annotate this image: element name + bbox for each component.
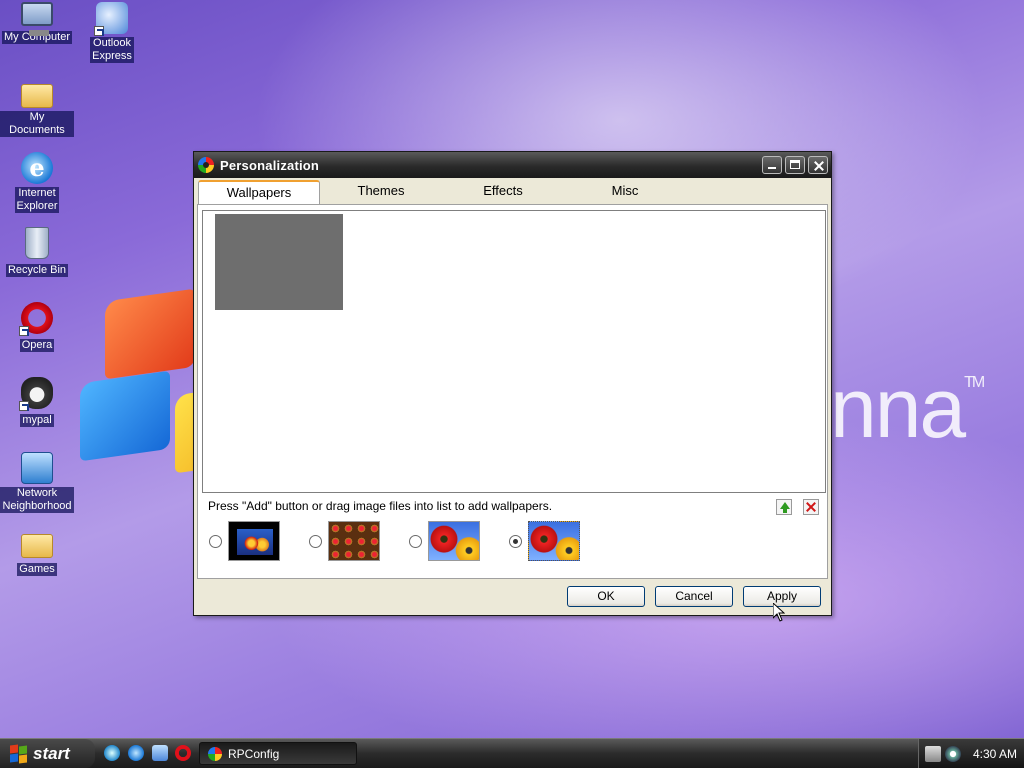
- desktop-icon-games[interactable]: Games: [0, 528, 74, 576]
- move-up-button[interactable]: [776, 499, 792, 515]
- fit-option-tiled[interactable]: [309, 521, 380, 561]
- outlook-express-icon: [94, 2, 128, 36]
- system-tray: 4:30 AM: [918, 739, 1024, 768]
- tab-strip: Wallpapers Themes Effects Misc: [198, 180, 686, 205]
- desktop-icon-outlook-express[interactable]: Outlook Express: [75, 2, 149, 63]
- tray-network-icon[interactable]: [945, 745, 961, 762]
- computer-icon: [21, 2, 53, 36]
- minimize-button[interactable]: [762, 156, 782, 174]
- taskbar: start RPConfig 4:30 AM: [0, 738, 1024, 768]
- dialog-footer: OK Cancel Apply: [194, 580, 831, 615]
- fit-radio-centered[interactable]: [209, 534, 222, 548]
- tray-volume-icon[interactable]: [925, 745, 941, 762]
- quicklaunch-browser-icon[interactable]: [104, 745, 120, 761]
- start-button[interactable]: start: [0, 739, 95, 768]
- games-folder-icon: [21, 534, 53, 558]
- fit-option-fill[interactable]: [509, 521, 580, 561]
- quicklaunch-outlook-icon[interactable]: [152, 745, 168, 761]
- quicklaunch-internet-explorer-icon[interactable]: [128, 745, 144, 761]
- wallpapers-panel: Press "Add" button or drag image files i…: [197, 204, 828, 579]
- tab-misc[interactable]: Misc: [564, 180, 686, 204]
- fit-radio-tiled[interactable]: [309, 534, 322, 548]
- tab-themes[interactable]: Themes: [320, 180, 442, 204]
- rpconfig-task-icon: [208, 746, 222, 761]
- desktop-icon-mypal[interactable]: mypal: [0, 377, 74, 427]
- tab-wallpapers[interactable]: Wallpapers: [198, 180, 320, 205]
- desktop-icon-internet-explorer[interactable]: e Internet Explorer: [0, 152, 74, 213]
- internet-explorer-icon: e: [21, 152, 53, 184]
- windows-flag-icon: [10, 743, 28, 764]
- remove-wallpaper-button[interactable]: [803, 499, 819, 515]
- opera-icon: [19, 302, 53, 336]
- personalization-window: Personalization Wallpapers Themes Effect…: [193, 151, 832, 616]
- close-button[interactable]: [808, 156, 828, 174]
- stretched-wallpaper-icon: [428, 521, 480, 561]
- window-title: Personalization: [220, 157, 320, 173]
- fill-wallpaper-icon: [528, 521, 580, 561]
- desktop-icon-network-neighborhood[interactable]: Network Neighborhood: [0, 452, 74, 513]
- mypal-icon: [19, 377, 53, 411]
- quicklaunch-opera-icon[interactable]: [175, 745, 191, 761]
- wallpaper-list[interactable]: [202, 210, 826, 493]
- cancel-button[interactable]: Cancel: [655, 586, 733, 607]
- taskbar-clock[interactable]: 4:30 AM: [973, 747, 1017, 761]
- tiled-wallpaper-icon: [328, 521, 380, 561]
- fit-radio-fill[interactable]: [509, 534, 522, 548]
- fit-option-centered[interactable]: [209, 521, 280, 561]
- maximize-button[interactable]: [785, 156, 805, 174]
- desktop: nnaTM My Computer Outlook Express My Docu…: [0, 0, 1024, 738]
- desktop-icon-recycle-bin[interactable]: Recycle Bin: [0, 227, 74, 277]
- fit-radio-stretched[interactable]: [409, 534, 422, 548]
- rpconfig-app-icon: [198, 157, 214, 173]
- tab-effects[interactable]: Effects: [442, 180, 564, 204]
- desktop-icon-my-documents[interactable]: My Documents: [0, 78, 74, 137]
- wallpaper-brand-text: nnaTM: [830, 361, 985, 455]
- ok-button[interactable]: OK: [567, 586, 645, 607]
- network-icon: [21, 452, 53, 484]
- wallpaper-thumbnail[interactable]: [215, 214, 343, 310]
- taskbar-item-rpconfig[interactable]: RPConfig: [199, 742, 357, 765]
- documents-folder-icon: [21, 84, 53, 108]
- centered-wallpaper-icon: [228, 521, 280, 561]
- window-titlebar[interactable]: Personalization: [194, 152, 831, 178]
- desktop-icon-opera[interactable]: Opera: [0, 302, 74, 352]
- add-wallpaper-hint: Press "Add" button or drag image files i…: [208, 499, 553, 513]
- fit-option-stretched[interactable]: [409, 521, 480, 561]
- desktop-icon-my-computer[interactable]: My Computer: [0, 2, 74, 44]
- recycle-bin-icon: [25, 227, 49, 259]
